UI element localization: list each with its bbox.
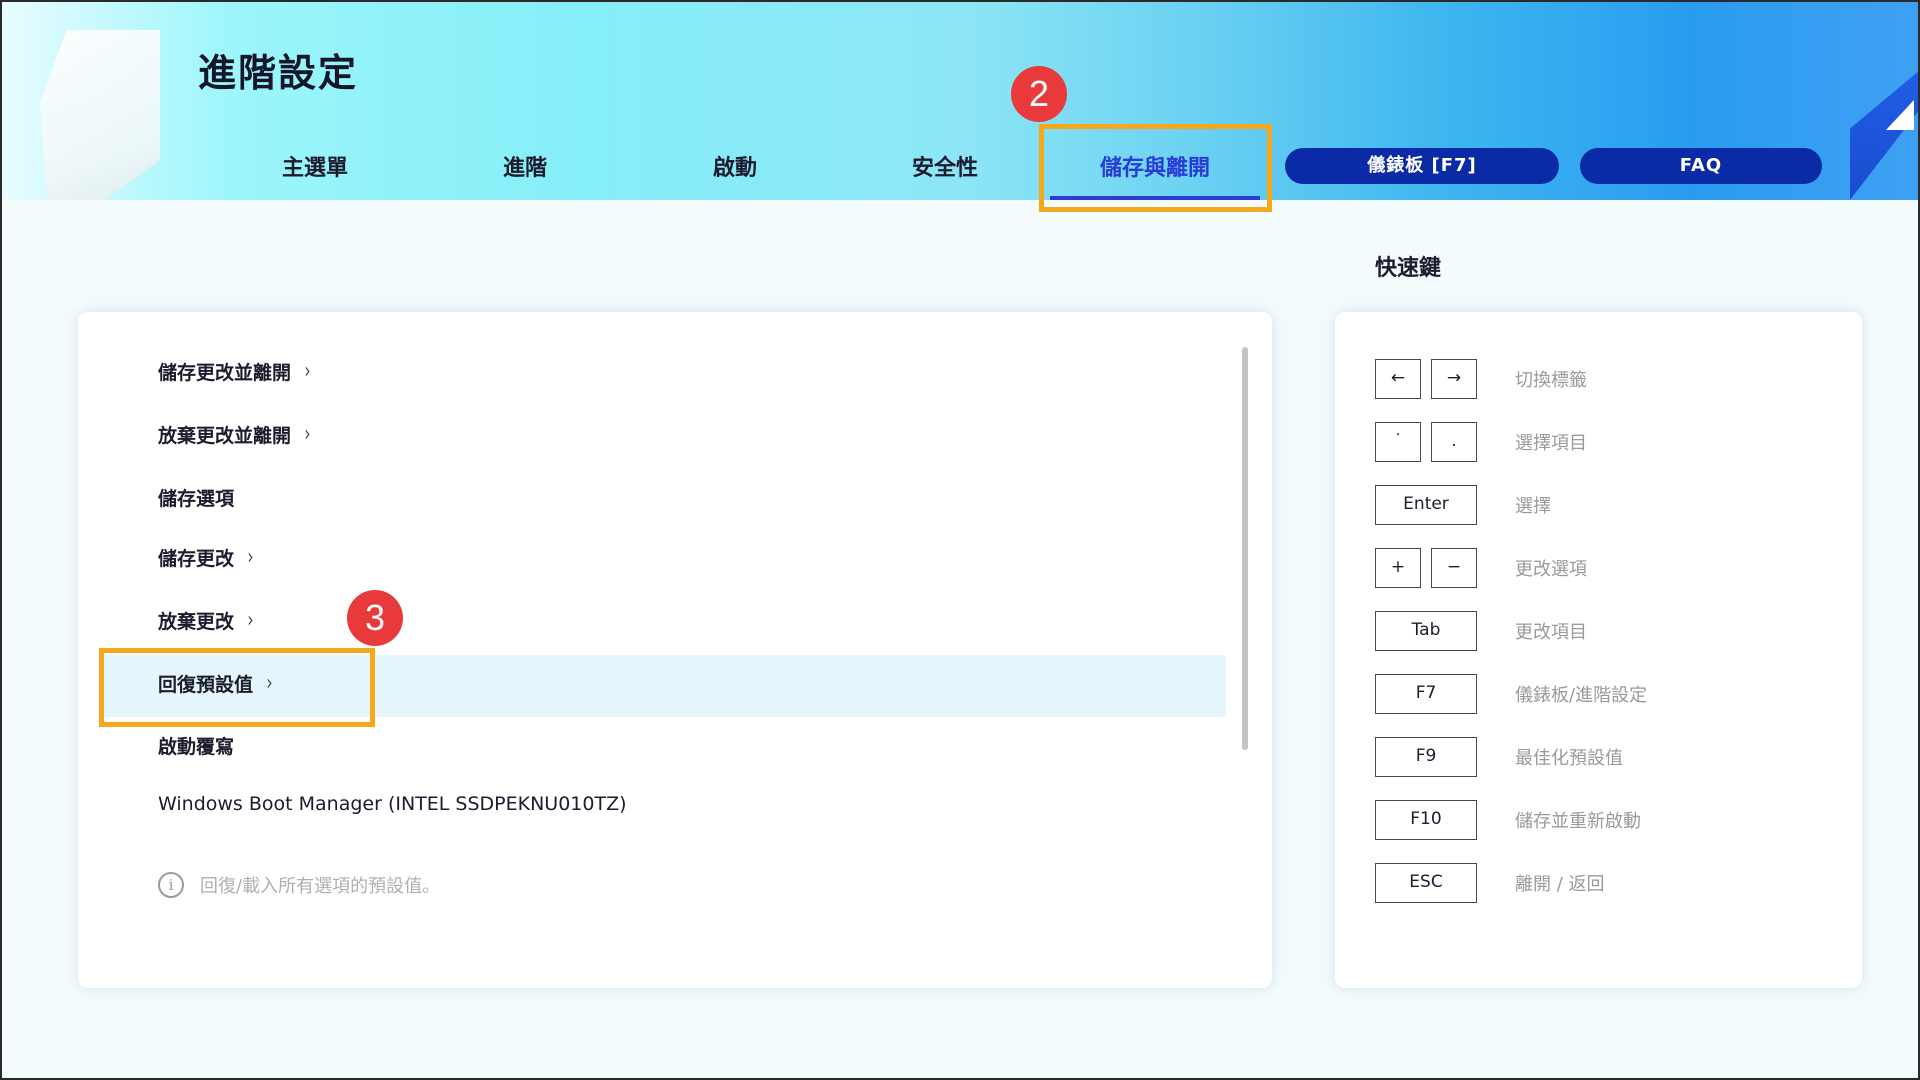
key-enter: Enter [1375, 485, 1477, 525]
menu-item-discard-changes[interactable]: 放棄更改 › [158, 607, 255, 634]
tab-main[interactable]: 主選單 [225, 150, 405, 182]
menu-section-boot-override: 啟動覆寫 [158, 732, 234, 759]
tab-security[interactable]: 安全性 [855, 150, 1035, 182]
menu-section-save-options: 儲存選項 [158, 484, 234, 511]
page-title: 進階設定 [198, 51, 359, 95]
key-f7: F7 [1375, 674, 1477, 714]
key-plus: + [1375, 548, 1421, 588]
step3-highlight-box [99, 648, 375, 727]
menu-item-discard-changes-exit[interactable]: 放棄更改並離開 › [158, 421, 312, 448]
step2-badge: 2 [1011, 66, 1067, 122]
menu-item-save-changes-exit[interactable]: 儲存更改並離開 › [158, 358, 312, 385]
hotkey-desc: 更改選項 [1515, 559, 1587, 580]
hotkey-desc: 最佳化預設值 [1515, 748, 1623, 769]
chevron-right-icon: › [304, 422, 311, 447]
key-right-arrow: → [1431, 359, 1477, 399]
step2-highlight-box [1039, 124, 1272, 212]
dashboard-button[interactable]: 儀錶板 [F7] [1285, 148, 1559, 184]
section-label: 啟動覆寫 [158, 736, 235, 758]
decorative-corner-left [40, 30, 160, 200]
tab-boot[interactable]: 啟動 [645, 150, 825, 182]
decorative-corner-right [1850, 70, 1920, 200]
hotkey-desc: 儲存並重新啟動 [1515, 811, 1641, 832]
hotkey-desc: 儀錶板/進階設定 [1515, 685, 1648, 706]
menu-item-label: 放棄更改並離開 [158, 425, 292, 447]
menu-item-windows-boot-manager[interactable]: Windows Boot Manager (INTEL SSDPEKNU010T… [158, 793, 627, 815]
hotkey-desc: 切換標籤 [1515, 370, 1587, 391]
key-f9: F9 [1375, 737, 1477, 777]
hotkeys-title: 快速鍵 [1375, 256, 1442, 281]
key-f10: F10 [1375, 800, 1477, 840]
key-up: ˙ [1375, 422, 1421, 462]
key-left-arrow: ← [1375, 359, 1421, 399]
help-text-label: 回復/載入所有選項的預設值。 [200, 876, 441, 897]
info-icon: i [158, 872, 184, 898]
key-minus: − [1431, 548, 1477, 588]
hotkey-desc: 更改項目 [1515, 622, 1587, 643]
menu-item-label: 放棄更改 [158, 611, 235, 633]
key-tab: Tab [1375, 611, 1477, 651]
hotkey-desc: 選擇 [1515, 496, 1551, 517]
scrollbar[interactable] [1242, 347, 1248, 750]
key-esc: ESC [1375, 863, 1477, 903]
hotkey-desc: 離開 / 返回 [1515, 874, 1605, 895]
step3-badge: 3 [347, 590, 403, 646]
hotkey-desc: 選擇項目 [1515, 433, 1587, 454]
chevron-right-icon: › [247, 545, 254, 570]
chevron-right-icon: › [304, 359, 311, 384]
menu-item-save-changes[interactable]: 儲存更改 › [158, 544, 255, 571]
menu-item-label: 儲存更改 [158, 548, 235, 570]
tab-advanced[interactable]: 進階 [435, 150, 615, 182]
menu-item-label: Windows Boot Manager (INTEL SSDPEKNU010T… [158, 793, 627, 815]
section-label: 儲存選項 [158, 488, 235, 510]
menu-item-label: 儲存更改並離開 [158, 362, 292, 384]
chevron-right-icon: › [247, 608, 254, 633]
key-down: . [1431, 422, 1477, 462]
help-text: i 回復/載入所有選項的預設值。 [158, 872, 440, 898]
faq-button[interactable]: FAQ [1580, 148, 1822, 184]
